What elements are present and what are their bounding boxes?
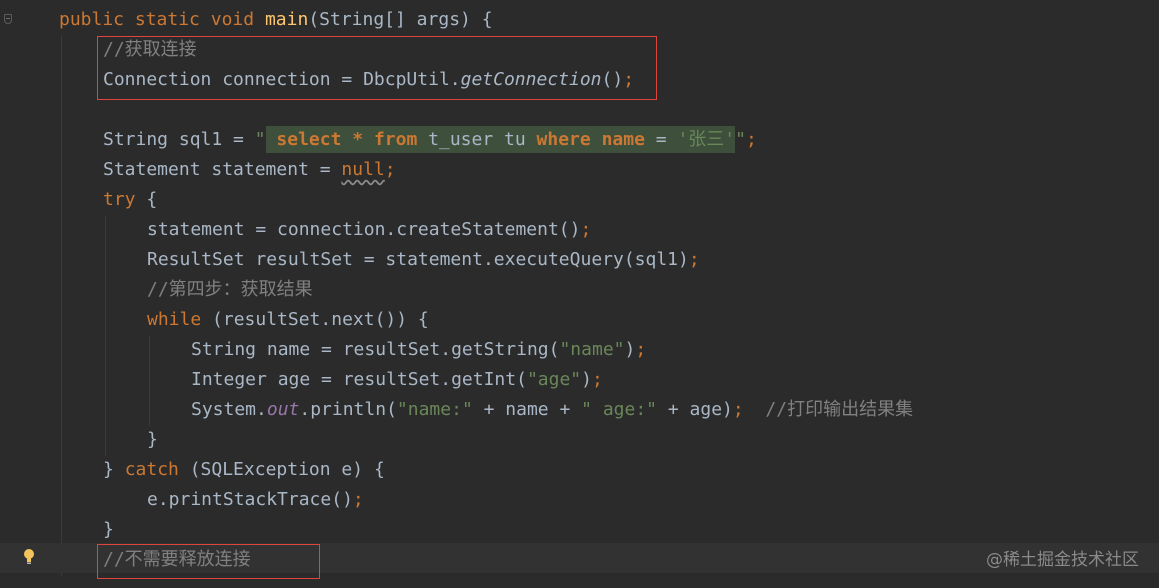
code-line-9[interactable]: ResultSet resultSet = statement.executeQ… — [147, 245, 700, 275]
semicolon: ; — [745, 129, 757, 150]
print-stack-trace: e.printStackTrace() — [147, 489, 353, 510]
sql-equals: = — [644, 129, 678, 150]
semicolon: ; — [635, 339, 647, 360]
code-line-5[interactable]: String sql1 = " select * from t_user tu … — [103, 125, 757, 155]
null-keyword-warning[interactable]: null — [341, 159, 384, 180]
sql-space — [266, 129, 277, 150]
fold-marker-icon[interactable] — [4, 14, 12, 24]
comment-step-four: //第四步：获取结果 — [147, 279, 313, 300]
semicolon: ; — [352, 489, 364, 510]
semicolon: ; — [591, 369, 603, 390]
paren-close: ) — [581, 369, 592, 390]
sql-star: * — [341, 129, 374, 150]
code-line-16[interactable]: } catch (SQLException e) { — [103, 455, 385, 485]
catch-params: (SQLException e) { — [178, 459, 385, 480]
semicolon: ; — [384, 159, 396, 180]
indent-guide — [105, 216, 106, 456]
keyword-void: void — [210, 9, 255, 30]
while-condition: (resultSet.next()) { — [201, 309, 429, 330]
semicolon: ; — [688, 249, 700, 270]
keyword-static: static — [134, 9, 200, 30]
concat-name: + name + — [472, 399, 582, 420]
code-line-1[interactable]: public static void main(String[] args) { — [59, 5, 493, 35]
sql-keyword-where: where — [536, 129, 591, 150]
string-quote-close: " — [735, 129, 746, 150]
get-string-call: String name = resultSet.getString( — [191, 339, 560, 360]
brace-close-while: } — [147, 429, 158, 450]
keyword-try: try — [103, 189, 136, 210]
create-statement: statement = connection.createStatement() — [147, 219, 581, 240]
code-line-18[interactable]: } — [103, 515, 114, 545]
brace-open: { — [135, 189, 158, 210]
concat-age: + age) — [657, 399, 733, 420]
annotation-box-no-release — [97, 544, 320, 579]
code-line-7[interactable]: try { — [103, 185, 157, 215]
code-line-6[interactable]: Statement statement = null; — [103, 155, 396, 185]
sql-value: '张三' — [677, 129, 736, 150]
lightbulb-icon[interactable] — [22, 548, 36, 566]
code-line-13[interactable]: Integer age = resultSet.getInt("age"); — [191, 365, 603, 395]
sql-space-2 — [591, 129, 602, 150]
code-line-10[interactable]: //第四步：获取结果 — [147, 275, 313, 305]
string-literal-name: "name" — [559, 339, 625, 360]
sql-table: t_user tu — [417, 129, 537, 150]
code-line-14[interactable]: System.out.println("name:" + name + " ag… — [191, 395, 913, 425]
sql-column-name: name — [601, 129, 645, 150]
string-literal-name-label: "name:" — [396, 399, 473, 420]
brace-close-catch: } — [103, 519, 114, 540]
brace-close-try: } — [103, 459, 125, 480]
indent-guide — [149, 336, 150, 426]
code-line-8[interactable]: statement = connection.createStatement()… — [147, 215, 591, 245]
string-literal-age: "age" — [526, 369, 582, 390]
sql-keyword-select: select — [276, 129, 342, 150]
comment-print-results: //打印输出结果集 — [743, 399, 914, 420]
semicolon: ; — [580, 219, 592, 240]
get-int-call: Integer age = resultSet.getInt( — [191, 369, 527, 390]
sql-var-decl: String sql1 = — [103, 129, 255, 150]
watermark-text: @稀土掘金技术社区 — [986, 550, 1139, 570]
editor-gutter — [0, 0, 44, 588]
keyword-while: while — [147, 309, 202, 330]
semicolon: ; — [732, 399, 744, 420]
annotation-box-get-connection — [97, 36, 657, 100]
code-line-15[interactable]: } — [147, 425, 158, 455]
code-line-12[interactable]: String name = resultSet.getString("name"… — [191, 335, 646, 365]
string-quote-open: " — [254, 129, 266, 150]
execute-query: ResultSet resultSet = statement.executeQ… — [147, 249, 689, 270]
string-literal-age-label: " age:" — [581, 399, 658, 420]
code-line-17[interactable]: e.printStackTrace(); — [147, 485, 364, 515]
code-editor[interactable]: public static void main(String[] args) {… — [0, 0, 1159, 588]
println-call: .println( — [299, 399, 397, 420]
keyword-public: public — [59, 9, 125, 30]
keyword-catch: catch — [124, 459, 179, 480]
method-name-main: main — [264, 9, 309, 30]
static-field-out: out — [266, 399, 300, 420]
indent-guide — [61, 36, 62, 576]
system-class: System. — [191, 399, 267, 420]
method-params: (String[] args) { — [308, 9, 493, 30]
sql-keyword-from: from — [373, 129, 418, 150]
code-line-11[interactable]: while (resultSet.next()) { — [147, 305, 429, 335]
statement-decl: Statement statement = — [103, 159, 342, 180]
sql-query-string: select * from t_user tu where name = '张三… — [265, 126, 736, 153]
paren-close: ) — [624, 339, 636, 360]
